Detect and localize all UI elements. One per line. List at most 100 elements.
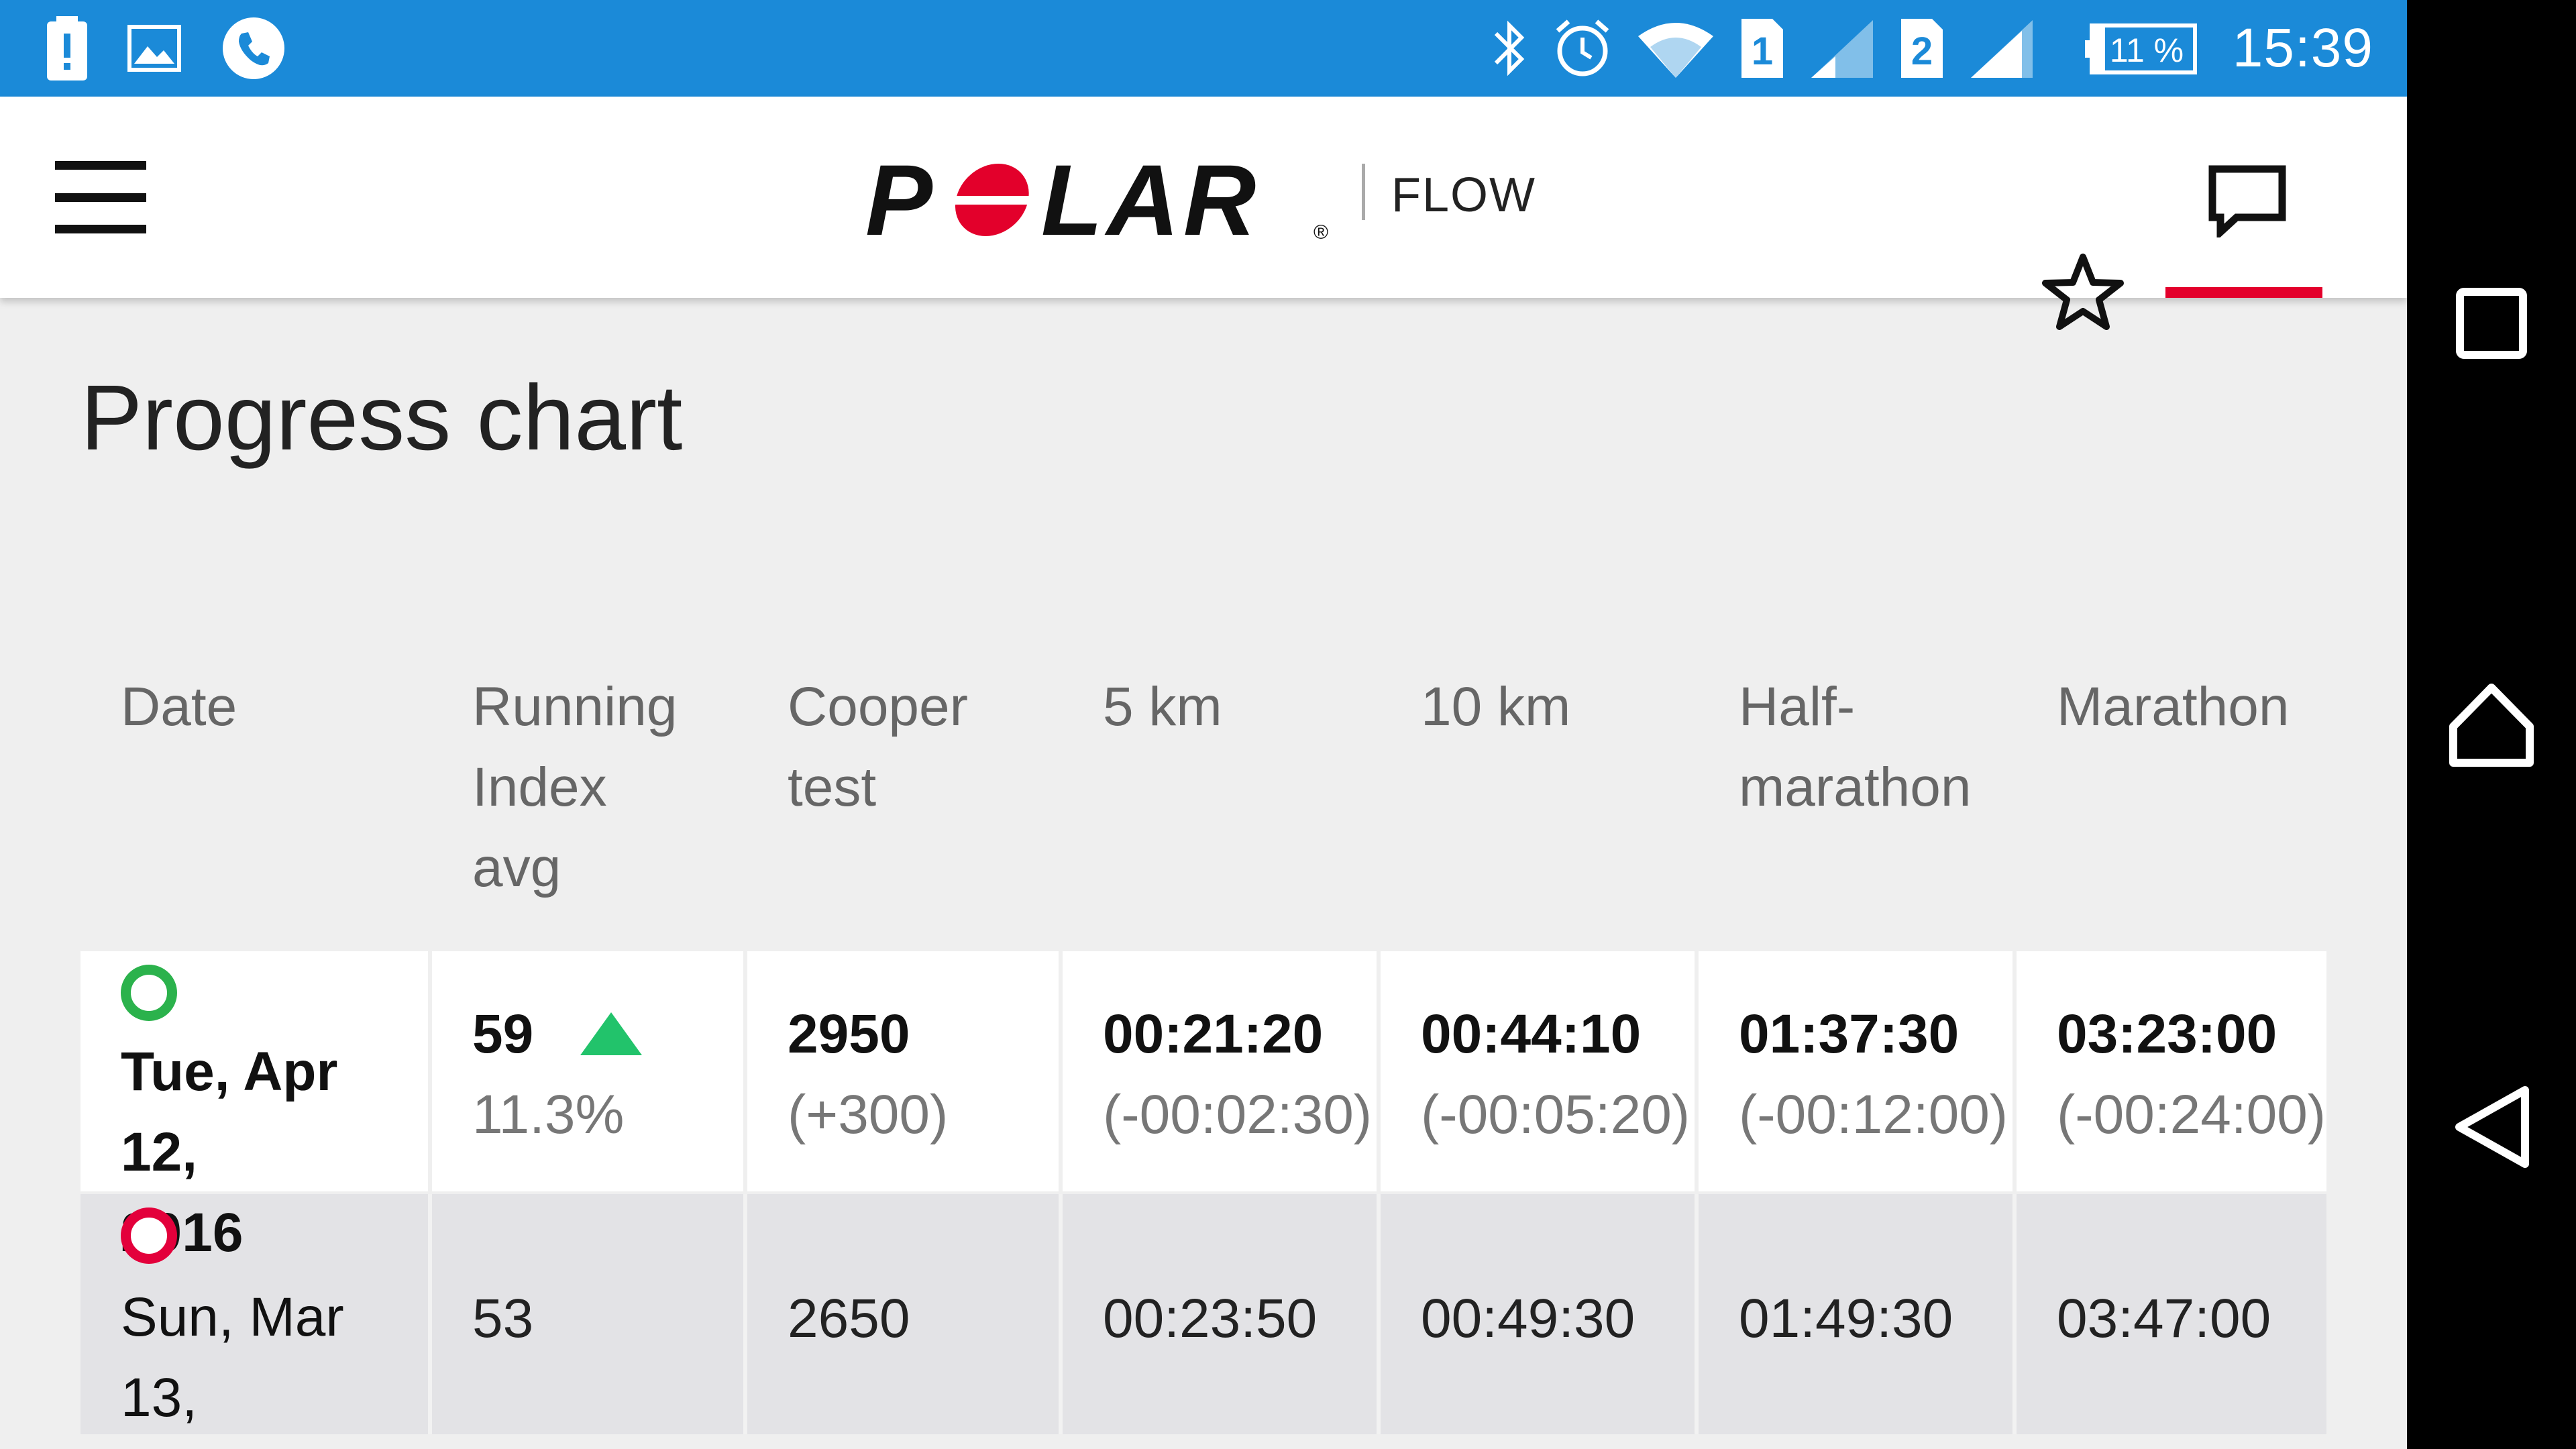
sim-2-icon: 2 — [1898, 15, 1945, 82]
cooper-value: 2650 — [788, 1288, 910, 1349]
favorites-button[interactable] — [2039, 248, 2127, 335]
5km-cell: 00:23:50 — [1063, 1194, 1381, 1434]
cooper-value: 2950 — [788, 1004, 910, 1065]
cell-signal-1-icon — [1809, 15, 1876, 82]
marathon-cell: 03:47:00 — [2017, 1194, 2326, 1434]
running-index-cell: 59 11.3% — [432, 951, 747, 1191]
cooper-cell: 2950 (+300) — [747, 951, 1063, 1191]
header-line: 10 km — [1421, 676, 1571, 737]
10km-cell: 00:44:10 (-00:05:20) — [1381, 951, 1699, 1191]
header-line: Running — [472, 676, 678, 737]
header-line: Date — [121, 676, 237, 737]
table-row[interactable]: Tue, Apr 12, 2016 59 11.3% 2950 (+300) 0… — [80, 951, 2326, 1263]
svg-text:2: 2 — [1911, 30, 1933, 73]
cooper-cell: 2650 — [747, 1194, 1063, 1434]
header-line: Cooper — [788, 676, 968, 737]
running-index-value: 53 — [472, 1288, 534, 1349]
app-screen: P LAR ® FLOW Progress chart Date Running… — [0, 97, 2407, 1449]
sim-1-icon: 1 — [1739, 15, 1786, 82]
half-marathon-value: 01:49:30 — [1739, 1288, 1953, 1349]
page-title: Progress chart — [80, 366, 683, 470]
column-header-marathon[interactable]: Marathon — [2017, 660, 2326, 949]
date-cell: Sun, Mar 13, 2016 — [80, 1194, 432, 1449]
header-line: marathon — [1739, 757, 1972, 818]
column-header-running-index[interactable]: Running Index avg — [432, 660, 747, 949]
system-navigation-bar — [2407, 0, 2576, 1449]
polar-logo[interactable]: P LAR ® — [865, 153, 1335, 247]
progress-table: Date Running Index avg Cooper test 5 km … — [80, 660, 2326, 1449]
status-time: 15:39 — [2232, 17, 2373, 78]
product-name: FLOW — [1391, 168, 1536, 222]
running-index-value: 59 — [472, 1004, 534, 1065]
header-line: avg — [472, 837, 561, 898]
10km-value: 00:49:30 — [1421, 1288, 1635, 1349]
10km-cell: 00:49:30 — [1381, 1194, 1699, 1434]
chat-icon — [2208, 165, 2286, 237]
svg-text:1: 1 — [1752, 30, 1773, 73]
10km-value: 00:44:10 — [1421, 1004, 1642, 1065]
table-header-row: Date Running Index avg Cooper test 5 km … — [80, 660, 2326, 949]
date-cell: Tue, Apr 12, 2016 — [80, 951, 432, 1263]
header-line: test — [788, 757, 877, 818]
10km-diff: (-00:05:20) — [1421, 1084, 1690, 1145]
marathon-value: 03:47:00 — [2057, 1288, 2271, 1349]
back-button[interactable] — [2445, 1080, 2538, 1174]
star-icon — [2042, 254, 2124, 330]
cooper-diff: (+300) — [788, 1084, 949, 1145]
column-header-10km[interactable]: 10 km — [1381, 660, 1699, 949]
svg-text:®: ® — [1313, 221, 1328, 244]
logo-divider — [1362, 164, 1365, 220]
5km-diff: (-00:02:30) — [1103, 1084, 1373, 1145]
home-button[interactable] — [2445, 678, 2538, 771]
wifi-icon — [1635, 15, 1716, 82]
status-bar: 1 2 11 % 15:39 — [0, 0, 2407, 97]
half-marathon-cell: 01:37:30 (-00:12:00) — [1699, 951, 2017, 1191]
svg-text:LAR: LAR — [1041, 153, 1260, 247]
header-line: Index — [472, 757, 607, 818]
date-year: 2016 — [121, 1438, 428, 1449]
active-tab-indicator — [2165, 287, 2322, 298]
battery-warning-icon — [47, 15, 87, 82]
bluetooth-icon — [1489, 15, 1529, 82]
running-index-change: 11.3% — [472, 1084, 625, 1145]
svg-text:P: P — [865, 153, 936, 247]
menu-bar-line — [55, 193, 146, 202]
header-line: Marathon — [2057, 676, 2290, 737]
red-circle-marker-icon — [121, 1208, 177, 1264]
half-marathon-value: 01:37:30 — [1739, 1004, 1960, 1065]
square-icon — [2456, 288, 2527, 359]
cell-signal-2-icon — [1968, 15, 2035, 82]
menu-bar-line — [55, 161, 146, 170]
messages-button[interactable] — [2200, 157, 2294, 244]
half-marathon-cell: 01:49:30 — [1699, 1194, 2017, 1434]
phone-call-icon — [221, 15, 286, 82]
hamburger-menu-button[interactable] — [55, 161, 146, 233]
running-index-cell: 53 — [432, 1194, 747, 1434]
marathon-diff: (-00:24:00) — [2057, 1084, 2326, 1145]
alarm-icon — [1552, 15, 1613, 82]
column-header-half-marathon[interactable]: Half- marathon — [1699, 660, 2017, 949]
home-icon — [2449, 684, 2534, 767]
battery-icon: 11 % — [2084, 15, 2199, 82]
column-header-date[interactable]: Date — [80, 660, 432, 949]
date-text: Sun, Mar 13, — [121, 1287, 344, 1428]
table-row[interactable]: Sun, Mar 13, 2016 53 2650 00:23:50 00:49… — [80, 1194, 2326, 1449]
menu-bar-line — [55, 225, 146, 233]
marathon-value: 03:23:00 — [2057, 1004, 2277, 1065]
half-marathon-diff: (-00:12:00) — [1739, 1084, 2008, 1145]
trend-up-icon — [580, 1012, 643, 1055]
5km-cell: 00:21:20 (-00:02:30) — [1063, 951, 1381, 1191]
svg-text:11 %: 11 % — [2110, 32, 2184, 69]
back-triangle-icon — [2455, 1086, 2529, 1168]
marathon-cell: 03:23:00 (-00:24:00) — [2017, 951, 2326, 1191]
5km-value: 00:23:50 — [1103, 1288, 1318, 1349]
image-icon — [127, 15, 181, 82]
column-header-cooper-test[interactable]: Cooper test — [747, 660, 1063, 949]
header-line: 5 km — [1103, 676, 1222, 737]
recent-apps-button[interactable] — [2445, 276, 2538, 370]
header-line: Half- — [1739, 676, 1856, 737]
5km-value: 00:21:20 — [1103, 1004, 1324, 1065]
polar-logo-mark: P LAR ® — [865, 153, 1328, 247]
date-text: Tue, Apr 12, — [121, 1041, 338, 1183]
column-header-5km[interactable]: 5 km — [1063, 660, 1381, 949]
